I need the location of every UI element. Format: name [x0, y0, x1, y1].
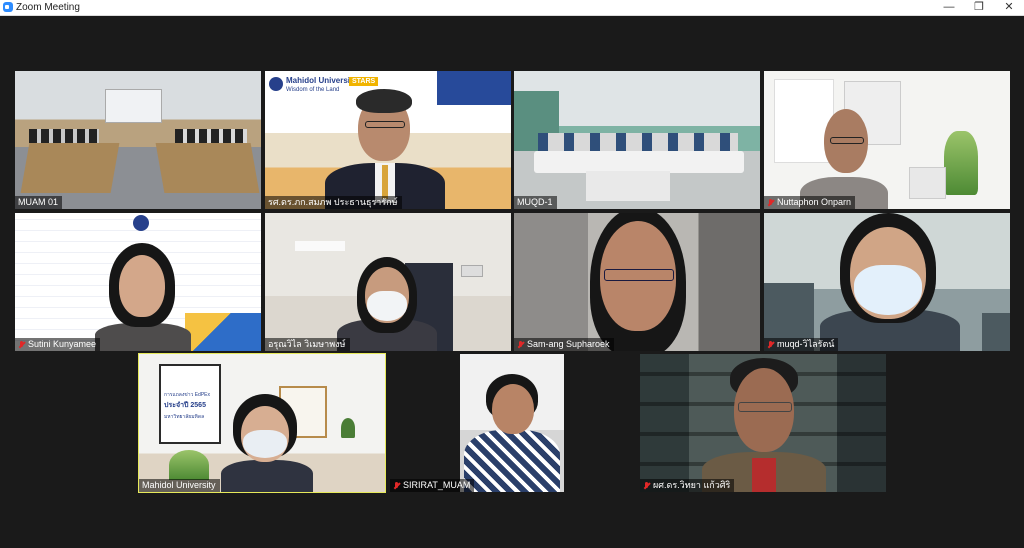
office-scene: [265, 213, 511, 351]
red-shirt: [752, 458, 776, 492]
video-tile-muam-01[interactable]: MUAM 01: [15, 71, 261, 209]
conference-table: [534, 151, 744, 173]
face: [492, 384, 534, 434]
virtual-background-scene: Mahidol University Wisdom of the Land ST…: [265, 71, 511, 209]
participant-video: [217, 394, 317, 492]
video-gallery: MUAM 01 Mahidol University Wisdom of the…: [0, 16, 1024, 548]
air-conditioner: [461, 265, 483, 277]
video-tile-mahidol-university[interactable]: การแถลงข่าว EdPEx ประจำปี 2565 มหาวิทยาล…: [138, 353, 386, 493]
seated-attendees-right: [175, 129, 247, 143]
banner-logo-text: Mahidol University: [286, 76, 358, 85]
participant-video: [93, 243, 193, 351]
seated-attendees-left: [29, 129, 99, 143]
ceiling-light: [295, 241, 345, 251]
mahidol-logo-icon: [133, 215, 149, 231]
participant-name-tag: Mahidol University: [139, 479, 220, 492]
video-tile-sam-ang[interactable]: Sam-ang Supharoek: [514, 213, 760, 351]
face-mask: [854, 265, 922, 315]
muted-mic-icon: [767, 198, 774, 207]
office-scene: [764, 213, 1010, 351]
muted-mic-icon: [643, 481, 650, 490]
zoom-app-icon: [3, 2, 13, 12]
participant-video: [335, 257, 441, 351]
participant-name-tag: muqd-วิไลรัตน์: [764, 338, 839, 351]
video-tile-somphop[interactable]: Mahidol University Wisdom of the Land ST…: [265, 71, 511, 209]
window-title: Zoom Meeting: [16, 2, 80, 13]
participant-name-tag: Nuttaphon Onparn: [764, 196, 856, 209]
plant: [944, 131, 978, 195]
mahidol-logo-icon: [269, 77, 283, 91]
face-mask: [367, 291, 407, 321]
title-bar: Zoom Meeting — ❐ ✕: [0, 0, 1024, 16]
office-scene: [460, 354, 564, 492]
face-mask: [243, 430, 287, 458]
seated-attendees: [538, 133, 738, 151]
jacket: [221, 460, 313, 492]
video-tile-wilairat[interactable]: muqd-วิไลรัตน์: [764, 213, 1010, 351]
virtual-background-scene: [15, 213, 261, 351]
conference-table-right: [155, 143, 260, 193]
virtual-background-scene: การแถลงข่าว EdPEx ประจำปี 2565 มหาวิทยาล…: [139, 354, 385, 492]
participant-name-tag: SIRIRAT_MUAM: [390, 479, 475, 492]
center-table: [586, 171, 670, 201]
minimize-button[interactable]: —: [934, 0, 964, 15]
participant-video: [464, 374, 560, 492]
plant: [169, 450, 209, 480]
poster-line-2: ประจำปี 2565: [164, 402, 206, 409]
restore-button[interactable]: ❐: [964, 0, 994, 15]
home-scene: [514, 213, 760, 351]
participant-name-tag: MUQD-1: [514, 196, 557, 209]
participant-video: [576, 213, 700, 351]
participant-name-tag: Sutini Kunyamee: [15, 338, 101, 351]
participant-name-tag: อรุณวิไล วิเมษาพงษ์: [265, 338, 350, 351]
decorative-ribbon: [185, 313, 261, 351]
office-chair: [982, 313, 1010, 351]
poster-line-3: มหาวิทยาลัยมหิดล: [164, 414, 205, 420]
participant-name-tag: รศ.ดร.ภก.สมภพ ประธานธุรารักษ์: [265, 196, 402, 209]
participant-video: [794, 107, 894, 209]
participant-video: [702, 358, 826, 492]
participant-name-tag: Sam-ang Supharoek: [514, 338, 614, 351]
tie: [382, 165, 388, 199]
video-tile-arunwilai[interactable]: อรุณวิไล วิเมษาพงษ์: [265, 213, 511, 351]
video-tile-wittaya[interactable]: ผศ.ดร.วิทยา แก้วศิริ: [640, 354, 886, 492]
participant-name-tag: ผศ.ดร.วิทยา แก้วศิริ: [640, 479, 735, 492]
glasses: [365, 121, 405, 128]
muted-mic-icon: [393, 481, 400, 490]
potted-plant: [341, 418, 355, 438]
glasses: [604, 269, 674, 281]
poster-line-1: การแถลงข่าว EdPEx: [164, 392, 210, 398]
monitor: [909, 167, 946, 199]
virtual-background-scene: [764, 71, 1010, 209]
meeting-room-scene: [514, 71, 760, 209]
close-button[interactable]: ✕: [994, 0, 1024, 15]
hair: [356, 89, 412, 113]
meeting-room-scene: [15, 71, 261, 209]
edpex-poster: การแถลงข่าว EdPEx ประจำปี 2565 มหาวิทยาล…: [159, 364, 221, 444]
bookshelf-scene: [640, 354, 886, 492]
video-tile-sutini[interactable]: Sutini Kunyamee: [15, 213, 261, 351]
muted-mic-icon: [18, 340, 25, 349]
video-tile-nuttaphon[interactable]: Nuttaphon Onparn: [764, 71, 1010, 209]
patterned-shirt: [464, 430, 560, 492]
face: [119, 255, 165, 317]
muted-mic-icon: [517, 340, 524, 349]
video-tile-muqd-1[interactable]: MUQD-1: [514, 71, 760, 209]
video-tile-sirirat[interactable]: SIRIRAT_MUAM: [390, 354, 636, 492]
glasses: [738, 402, 792, 412]
participant-video: [325, 85, 445, 209]
muted-mic-icon: [767, 340, 774, 349]
participant-name-tag: MUAM 01: [15, 196, 63, 209]
glasses: [830, 137, 864, 144]
projection-board: [105, 89, 162, 123]
shirt: [95, 323, 191, 351]
participant-video: [820, 213, 960, 351]
conference-table-left: [20, 143, 120, 193]
